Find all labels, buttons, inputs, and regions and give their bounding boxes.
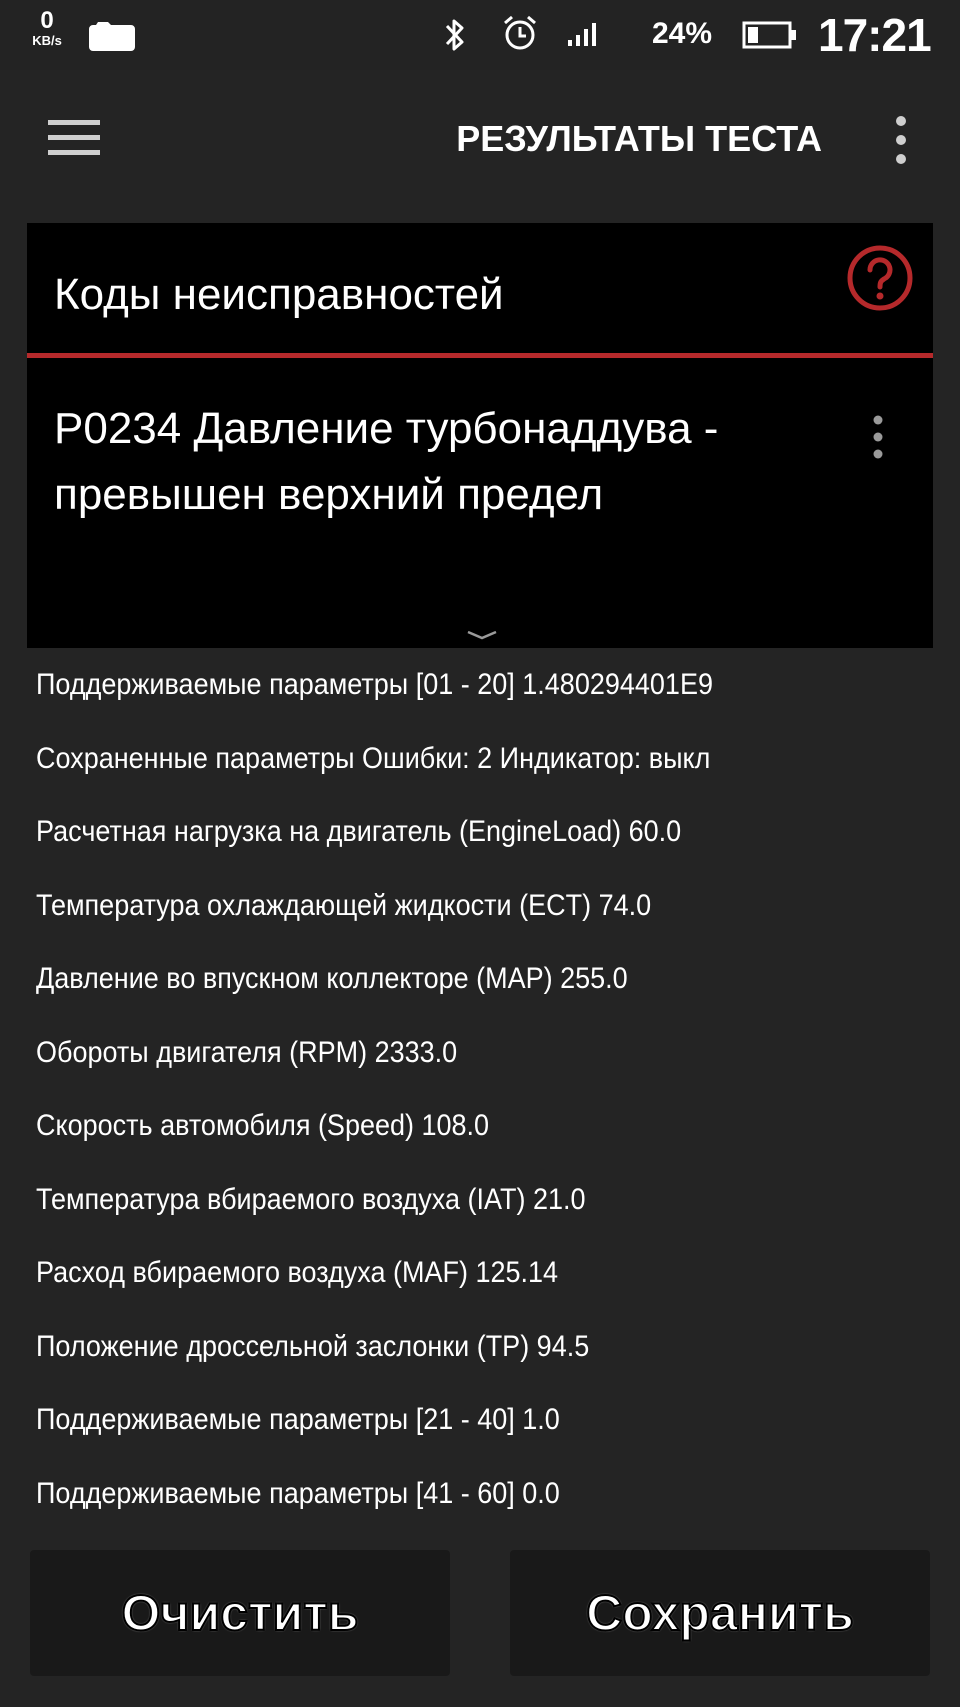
parameter-row: Обороты двигателя (RPM) 2333.0 [36,1035,458,1069]
clear-button[interactable]: Очистить [30,1550,450,1676]
app-bar: РЕЗУЛЬТАТЫ ТЕСТА [0,70,960,210]
battery-percent: 24% [652,17,713,50]
overflow-menu-icon[interactable] [888,114,914,166]
fault-code-text: P0234 Давление турбонаддува - превышен в… [54,404,719,519]
fault-code-item[interactable]: P0234 Давление турбонаддува - превышен в… [27,358,933,648]
battery-icon [742,21,796,49]
parameter-row: Температура охлаждающей жидкости (ECT) 7… [36,888,652,922]
page-title: РЕЗУЛЬТАТЫ ТЕСТА [456,118,822,159]
parameter-row: Поддерживаемые параметры [01 - 20] 1.480… [36,668,713,701]
fault-codes-title: Коды неисправностей [54,270,504,319]
parameter-row: Сохраненные параметры Ошибки: 2 Индикато… [36,741,711,775]
photo-icon [89,22,135,51]
signal-icon [568,23,596,46]
item-menu-icon[interactable] [869,414,887,460]
parameter-row: Температура вбираемого воздуха (IAT) 21.… [36,1182,586,1216]
parameter-row: Расчетная нагрузка на двигатель (EngineL… [36,815,682,848]
alarm-icon [504,15,536,50]
network-speed-unit: KB/s [32,33,62,48]
status-bar: 0 KB/s 24% 17:21 [0,0,960,70]
clock: 17:21 [818,9,932,61]
network-speed: 0 KB/s [22,8,72,48]
save-button[interactable]: Сохранить [510,1550,930,1676]
parameter-row: Поддерживаемые параметры [21 - 40] 1.0 [36,1403,560,1436]
parameter-row: Расход вбираемого воздуха (MAF) 125.14 [36,1256,559,1289]
parameter-row: Скорость автомобиля (Speed) 108.0 [36,1109,490,1142]
parameter-list: Поддерживаемые параметры [01 - 20] 1.480… [0,648,960,1530]
fault-codes-header: Коды неисправностей [27,223,933,353]
parameter-row: Положение дроссельной заслонки (TP) 94.5 [36,1329,590,1363]
network-speed-value: 0 [40,7,54,34]
menu-icon[interactable] [46,116,102,160]
help-icon[interactable] [845,243,915,313]
parameter-row: Давление во впускном коллекторе (MAP) 25… [36,962,628,995]
bluetooth-icon [445,19,464,51]
parameter-row: Поддерживаемые параметры [41 - 60] 0.0 [36,1476,560,1510]
expand-chevron-icon[interactable] [465,628,499,642]
